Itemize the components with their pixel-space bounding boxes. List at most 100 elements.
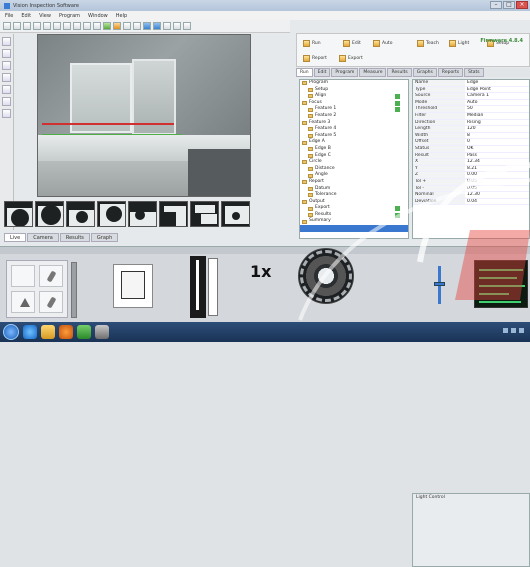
tab-measure[interactable]: Measure	[359, 68, 387, 77]
property-row[interactable]: Result Pass	[413, 152, 529, 160]
thumbnail[interactable]	[128, 201, 157, 227]
tree-item[interactable]: Feature 1	[300, 106, 408, 113]
property-row[interactable]: Mode Auto	[413, 99, 529, 107]
settings-icon[interactable]	[163, 22, 171, 30]
property-row[interactable]: Type Edge Point	[413, 86, 529, 94]
property-row[interactable]: Width 8	[413, 132, 529, 140]
check-icon[interactable]	[395, 100, 400, 106]
measurement-line[interactable]	[42, 123, 174, 125]
edge-tool-icon[interactable]	[2, 97, 11, 106]
snapshot-icon[interactable]	[123, 22, 131, 30]
probe-tool[interactable]	[39, 291, 63, 313]
tree-item[interactable]: Program	[300, 80, 408, 87]
property-value[interactable]: 0.00	[465, 172, 529, 178]
auto-button[interactable]: Auto	[373, 40, 392, 47]
menu-window[interactable]: Window	[88, 13, 108, 19]
tree-item[interactable]: Feature 2	[300, 113, 408, 120]
export-button[interactable]: Export	[339, 55, 363, 62]
pan-icon[interactable]	[53, 22, 61, 30]
property-value[interactable]: Median	[465, 113, 529, 119]
tree-item[interactable]: Report	[300, 179, 408, 186]
layout-icon[interactable]	[173, 22, 181, 30]
property-value[interactable]: Camera 1	[465, 93, 529, 99]
property-value[interactable]: 50	[465, 106, 529, 112]
tree-item[interactable]: Feature 4	[300, 126, 408, 133]
run-icon[interactable]	[103, 22, 111, 30]
select-icon[interactable]	[63, 22, 71, 30]
property-value[interactable]: Edge Point	[465, 87, 529, 93]
help-icon[interactable]	[183, 22, 191, 30]
tab-run[interactable]: Run	[296, 68, 313, 77]
stop-icon[interactable]	[113, 22, 121, 30]
pin-tool[interactable]	[39, 265, 63, 287]
menu-file[interactable]: File	[5, 13, 13, 19]
property-row[interactable]: Length 120	[413, 126, 529, 133]
edge-marker[interactable]	[42, 134, 182, 135]
thumbnail[interactable]	[190, 201, 219, 227]
menu-help[interactable]: Help	[116, 13, 127, 19]
tree-item-selected[interactable]	[300, 225, 408, 232]
tab-camera[interactable]: Camera	[27, 233, 59, 242]
grid-icon[interactable]	[73, 22, 81, 30]
zoom-icon[interactable]	[43, 22, 51, 30]
undo-icon[interactable]	[23, 22, 31, 30]
intensity-slider-knob[interactable]	[434, 282, 445, 286]
property-value[interactable]: Auto	[465, 100, 529, 106]
property-row[interactable]: Y 8.21	[413, 165, 529, 173]
tab-program[interactable]: Program	[331, 68, 359, 77]
thumbnail[interactable]	[159, 201, 188, 227]
save-icon[interactable]	[13, 22, 21, 30]
thumbnail[interactable]	[66, 201, 95, 227]
menu-edit[interactable]: Edit	[21, 13, 31, 19]
check-icon[interactable]	[395, 107, 400, 113]
property-value[interactable]: OK	[465, 146, 529, 152]
property-value[interactable]: Edge	[465, 80, 529, 86]
property-row[interactable]: Filter Median	[413, 112, 529, 120]
close-icon[interactable]: ×	[516, 1, 528, 9]
property-value[interactable]: 0.05	[465, 179, 529, 185]
property-value[interactable]: 0	[465, 139, 529, 145]
measure-icon[interactable]	[153, 22, 161, 30]
property-row[interactable]: Nominal 12.30	[413, 192, 529, 199]
property-row[interactable]: Threshold 50	[413, 106, 529, 113]
minimize-icon[interactable]: –	[490, 1, 502, 9]
property-row[interactable]: Tol -0.05	[413, 185, 529, 193]
media-player-icon[interactable]	[59, 325, 73, 339]
tab-live[interactable]: Live	[4, 233, 27, 242]
arc-tool-icon[interactable]	[2, 85, 11, 94]
browser-icon[interactable]	[23, 325, 37, 339]
report-button[interactable]: Report	[303, 55, 327, 62]
property-row[interactable]: Z 0.00	[413, 172, 529, 179]
tree-item[interactable]: Edge A	[300, 139, 408, 146]
start-button[interactable]	[3, 324, 19, 340]
thumbnail[interactable]	[4, 201, 33, 227]
pointer-icon[interactable]	[2, 37, 11, 46]
circle-tool-icon[interactable]	[2, 61, 11, 70]
triangle-tool[interactable]	[11, 291, 35, 313]
inspection-app-icon[interactable]	[77, 325, 91, 339]
property-value[interactable]: 12.34	[465, 159, 529, 165]
check-icon[interactable]	[395, 94, 400, 100]
tab-results[interactable]: Results	[387, 68, 412, 77]
property-value[interactable]: Rising	[465, 120, 529, 126]
thumbnail[interactable]	[97, 201, 126, 227]
property-row[interactable]: Name Edge	[413, 80, 529, 87]
tab-graphs[interactable]: Graphs	[412, 68, 437, 77]
folder-icon[interactable]	[41, 325, 55, 339]
property-row[interactable]: Source Camera 1	[413, 93, 529, 100]
tree-item[interactable]: Tolerance	[300, 192, 408, 199]
run-button[interactable]: Run	[303, 40, 321, 47]
property-value[interactable]: 12.30	[465, 192, 529, 198]
tab-results[interactable]: Results	[59, 233, 90, 242]
tree-item[interactable]: Circle	[300, 159, 408, 166]
property-row[interactable]: X 12.34	[413, 159, 529, 166]
tab-graph[interactable]: Graph	[90, 233, 119, 242]
property-row[interactable]: Direction Rising	[413, 119, 529, 127]
maximize-icon[interactable]: □	[503, 1, 515, 9]
property-value[interactable]: 8.21	[465, 166, 529, 172]
zoom-tool-icon[interactable]	[2, 109, 11, 118]
tree-item[interactable]: Export	[300, 205, 408, 212]
camera-icon[interactable]	[143, 22, 151, 30]
point-tool-icon[interactable]	[2, 73, 11, 82]
tree-item[interactable]: Edge B	[300, 146, 408, 153]
